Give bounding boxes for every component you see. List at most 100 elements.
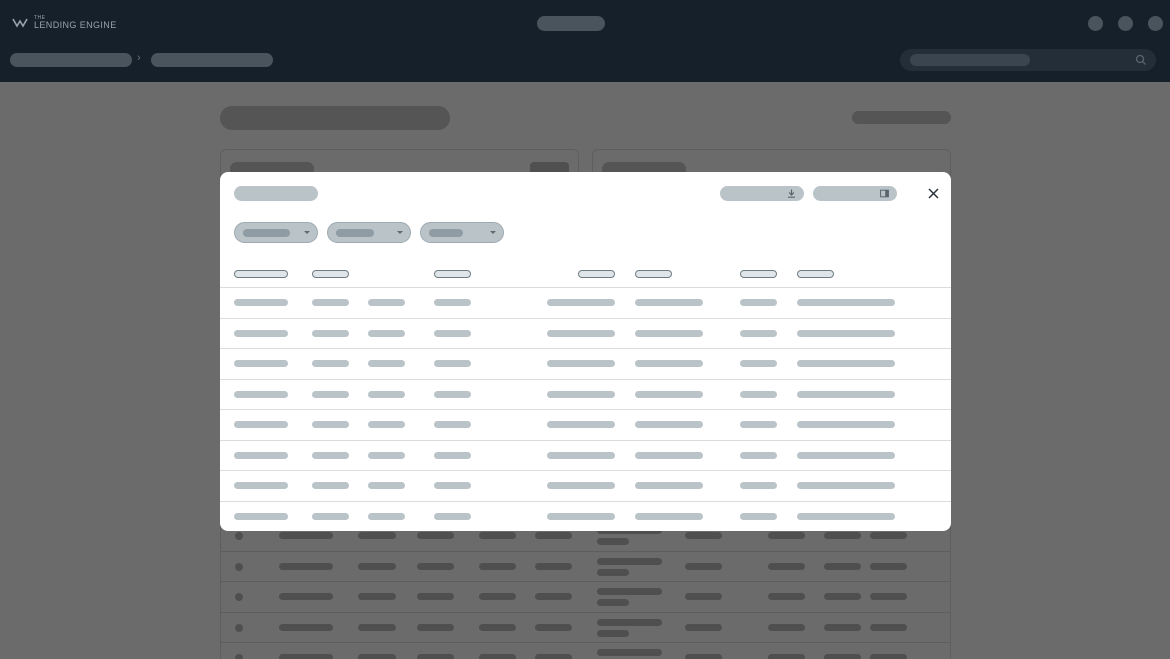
table-cell [312,421,349,428]
search-placeholder [910,54,1030,66]
background-cell [870,654,907,659]
background-cell [279,623,333,631]
background-cell [597,568,629,576]
filter-dropdown-3[interactable] [420,222,504,243]
breadcrumb-item-2[interactable] [151,53,273,67]
status-dot [235,654,243,659]
page-header-meta [852,111,951,124]
table-row[interactable] [220,500,951,531]
column-header[interactable] [797,270,834,278]
table-row[interactable] [220,470,951,500]
background-table-row [221,611,950,642]
table-cell [312,451,349,459]
table-cell [312,299,349,306]
search-icon[interactable] [1134,53,1148,67]
table-cell [635,329,703,337]
background-cell [535,562,572,570]
table-cell [434,299,471,306]
table-row[interactable] [220,287,951,317]
table-row[interactable] [220,378,951,409]
table-cell [547,329,615,337]
background-cell [417,593,454,600]
table-cell [797,421,895,428]
table-cell [635,482,703,489]
status-dot [235,532,243,540]
table-cell [797,329,895,337]
background-cell [870,562,907,570]
filter-dropdown-2[interactable] [327,222,411,243]
logo-icon [12,18,28,28]
table-row[interactable] [220,409,951,439]
table-cell [797,512,895,520]
header-icon-2[interactable] [1118,16,1133,31]
search-input[interactable] [900,49,1156,71]
background-cell [824,562,861,570]
background-cell [279,532,333,539]
background-cell [768,654,805,659]
table-cell [368,390,405,398]
background-cell [279,593,333,600]
table-cell [312,512,349,520]
table-cell [312,360,349,367]
column-header[interactable] [234,270,288,278]
column-header[interactable] [578,270,615,278]
page-title [220,106,450,130]
header-center-item[interactable] [537,16,605,31]
table-cell [740,360,777,367]
modal-title [234,186,318,201]
background-cell [417,654,454,659]
table-cell [797,299,895,306]
column-header[interactable] [312,270,349,278]
table-cell [635,451,703,459]
table-cell [234,451,288,459]
view-panel-button[interactable] [813,186,897,201]
brand-logo[interactable]: THE LENDING ENGINE [12,16,117,30]
table-row[interactable] [220,439,951,470]
table-cell [312,329,349,337]
table-cell [797,482,895,489]
background-cell [479,532,516,539]
header-icon-1[interactable] [1088,16,1103,31]
table-cell [635,390,703,398]
table-cell [547,390,615,398]
table-cell [740,329,777,337]
table-cell [234,390,288,398]
table-cell [635,421,703,428]
background-table-row [221,642,950,659]
background-cell [358,532,396,539]
table-cell [434,360,471,367]
table-cell [368,512,405,520]
background-cell [685,593,722,600]
table-cell [234,512,288,520]
column-header[interactable] [434,270,471,278]
breadcrumb-item-1[interactable] [10,53,132,67]
table-cell [234,360,288,367]
user-avatar[interactable] [1148,16,1163,31]
filter-value [336,229,374,237]
table-cell [434,512,471,520]
background-cell [358,562,396,570]
download-icon [788,189,795,198]
download-button[interactable] [720,186,804,201]
column-header[interactable] [635,270,672,278]
filter-dropdown-1[interactable] [234,222,318,243]
background-cell [417,562,454,570]
status-dot [235,623,243,632]
table-row[interactable] [220,317,951,348]
close-icon[interactable] [927,187,940,200]
background-cell [279,654,333,659]
background-cell [417,623,454,631]
background-table-row [221,581,950,611]
filter-value [243,229,290,237]
background-cell [824,532,861,539]
table-row[interactable] [220,348,951,378]
logo-main-text: LENDING ENGINE [34,20,117,30]
column-header[interactable] [740,270,777,278]
table-cell [434,390,471,398]
background-cell [685,562,722,570]
breadcrumb-separator: › [137,52,141,64]
table-cell [434,421,471,428]
background-cell [479,562,516,570]
background-cell [768,562,805,570]
table-cell [635,360,703,367]
